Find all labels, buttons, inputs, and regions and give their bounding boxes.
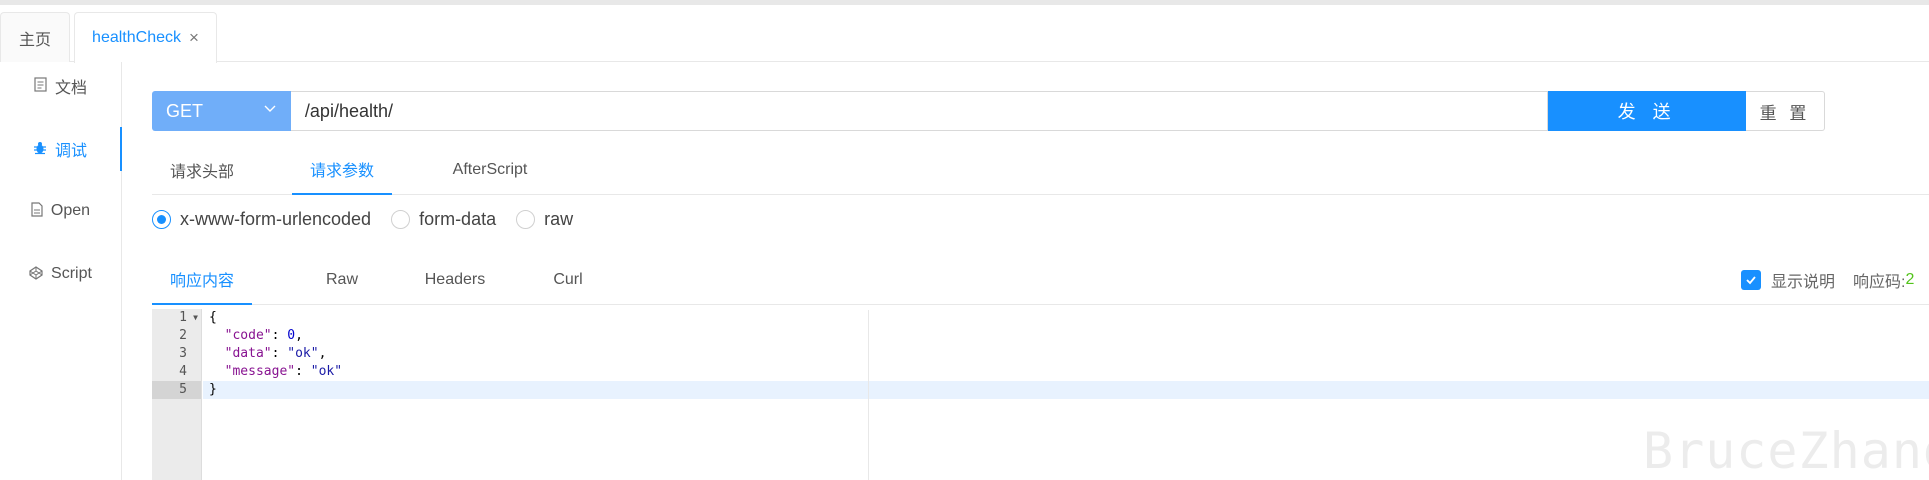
line-number: 3 [179, 346, 187, 361]
sidebar-item-debug[interactable]: 调试 [0, 127, 122, 171]
line-number: 5 [152, 381, 201, 399]
body-type-radios: x-www-form-urlencoded form-data raw [152, 206, 593, 232]
tab-request-params[interactable]: 请求参数 [292, 145, 392, 195]
tab-healthcheck-label: healthCheck [92, 29, 181, 46]
tab-response-content[interactable]: 响应内容 [152, 255, 252, 305]
code-line: "data": "ok", [224, 346, 327, 361]
tab-response-curl[interactable]: Curl [518, 255, 618, 305]
top-border [0, 0, 1929, 5]
code-line: "code": 0, [224, 328, 303, 343]
tab-request-headers[interactable]: 请求头部 [152, 145, 252, 195]
radio-form-data[interactable]: form-data [391, 209, 496, 230]
send-button[interactable]: 发 送 [1548, 91, 1747, 131]
sidebar-item-label: 调试 [54, 143, 87, 160]
response-tabs: 响应内容 Raw Headers Curl 显示说明 响应码: 2 [152, 255, 1929, 305]
radio-label: x-www-form-urlencoded [180, 208, 372, 229]
tab-home[interactable]: 主页 [0, 12, 70, 62]
line-number: 2 [179, 328, 187, 343]
print-margin [868, 310, 869, 480]
sidebar-item-script[interactable]: Script [0, 252, 121, 296]
doc-icon [34, 77, 47, 95]
tab-response-raw[interactable]: Raw [292, 255, 392, 305]
close-icon[interactable]: × [189, 28, 199, 48]
sidebar-item-label: 文档 [54, 80, 87, 97]
radio-raw[interactable]: raw [516, 209, 573, 230]
url-bar: GET /api/health/ 发 送 重 置 [152, 91, 1825, 131]
response-code-label: 响应码: [1853, 274, 1906, 291]
code-line: { [209, 310, 217, 325]
line-gutter: 1 ▼ 2 3 4 5 [152, 309, 202, 480]
codepen-icon [29, 265, 43, 283]
radio-circle [391, 209, 411, 229]
method-value: GET [166, 100, 204, 121]
radio-circle [152, 209, 171, 229]
sidebar-item-label: Open [50, 202, 91, 219]
fold-caret-icon[interactable]: ▼ [193, 309, 198, 327]
url-input[interactable]: /api/health/ [290, 91, 1549, 131]
tab-healthcheck[interactable]: healthCheck × [74, 12, 217, 63]
file-icon [31, 202, 43, 220]
show-desc-label: 显示说明 [1771, 274, 1836, 291]
radio-circle [516, 209, 536, 229]
watermark: BruceZhang [1643, 422, 1929, 480]
radio-label: form-data [419, 208, 497, 229]
radio-urlencoded[interactable]: x-www-form-urlencoded [152, 209, 371, 230]
show-desc-checkbox[interactable] [1741, 270, 1761, 290]
tab-afterscript[interactable]: AfterScript [435, 145, 545, 195]
tab-response-headers[interactable]: Headers [400, 255, 510, 305]
request-tabs: 请求头部 请求参数 AfterScript [152, 145, 1929, 195]
tab-home-label: 主页 [18, 31, 51, 49]
response-options: 显示说明 响应码: 2 [1741, 269, 1914, 291]
tab-bar: 主页 healthCheck × [0, 12, 1929, 63]
sidebar-item-open[interactable]: Open [0, 189, 121, 233]
sidebar-item-label: Script [51, 265, 92, 282]
line-number: 1 ▼ [179, 309, 198, 327]
code-content: { "code": 0, "data": "ok", "message": "o… [203, 309, 1929, 399]
chevron-down-icon [263, 101, 277, 118]
reset-button[interactable]: 重 置 [1746, 91, 1825, 131]
code-line: "message": "ok" [224, 364, 343, 379]
line-number: 4 [179, 364, 187, 379]
code-line: } [203, 381, 1929, 399]
response-code-value: 2 [1905, 271, 1915, 288]
sidebar-item-docs[interactable]: 文档 [0, 64, 121, 108]
radio-label: raw [544, 208, 574, 229]
bug-icon [33, 141, 47, 158]
method-select[interactable]: GET [152, 91, 291, 131]
sidebar: 文档 调试 Open Script [0, 62, 122, 480]
